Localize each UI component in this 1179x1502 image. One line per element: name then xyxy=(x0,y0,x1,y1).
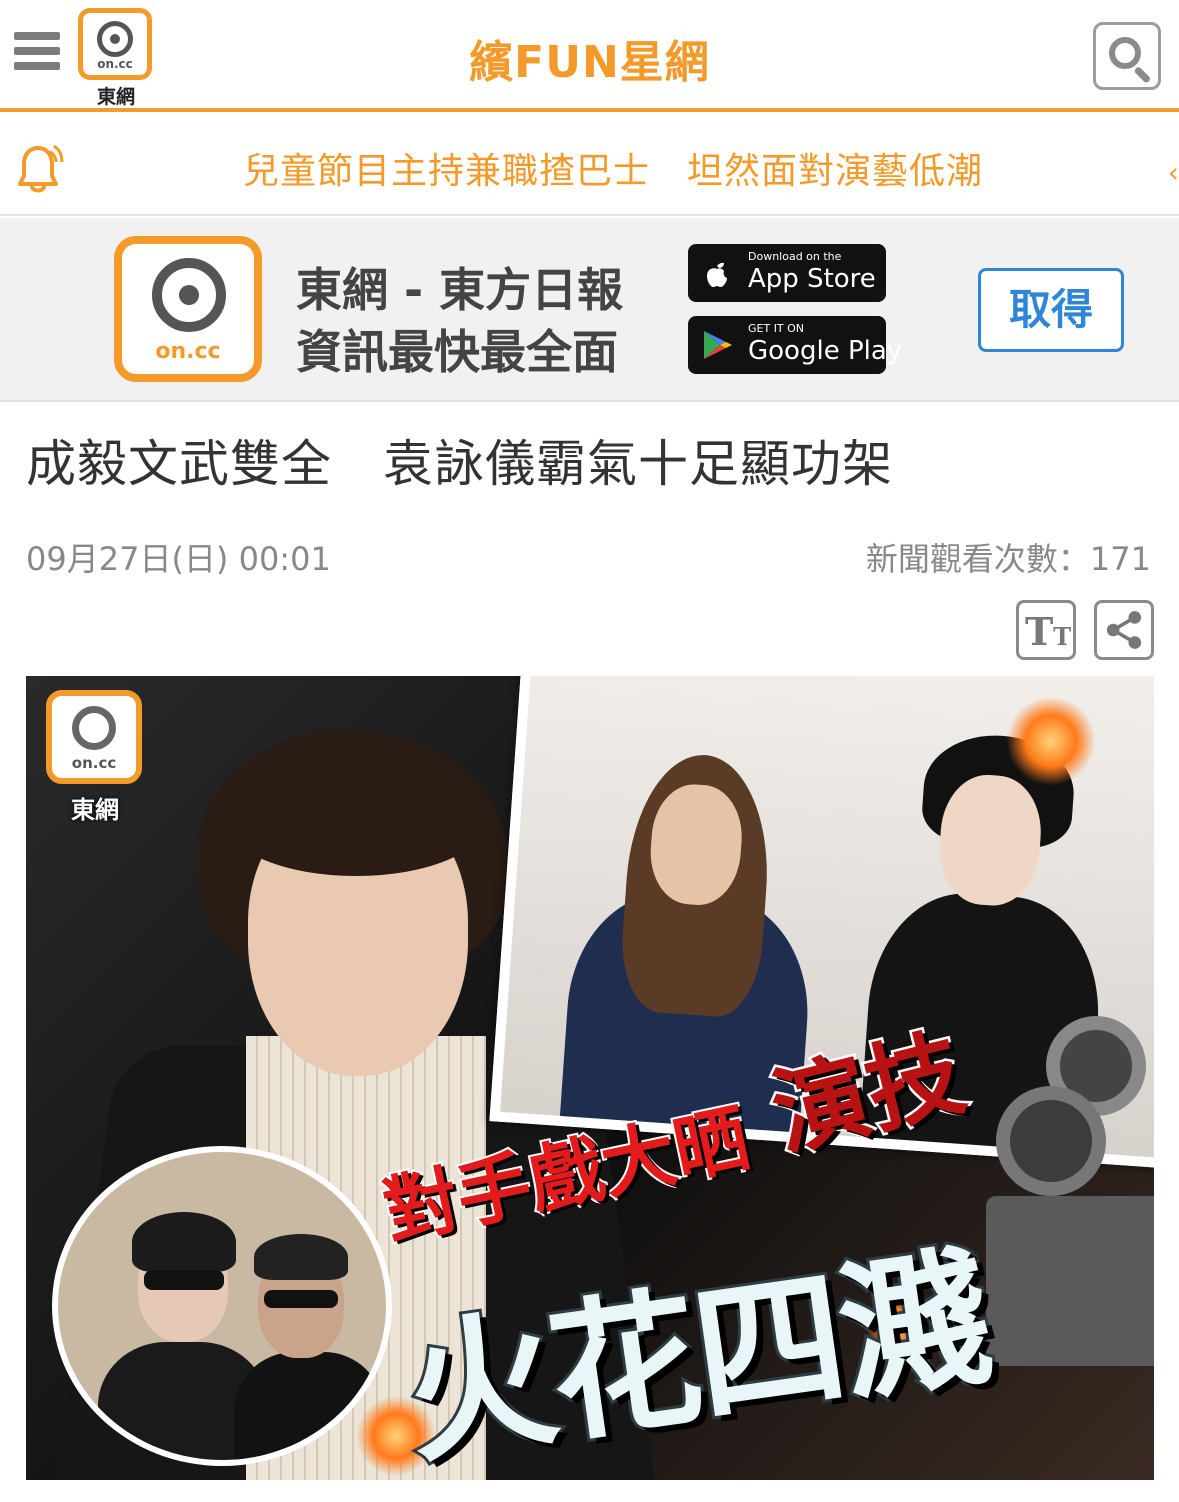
search-button[interactable] xyxy=(1093,22,1161,90)
watermark-logo-text: on.cc xyxy=(71,754,117,772)
font-size-button[interactable]: TT xyxy=(1016,600,1076,660)
view-count: 新聞觀看次數：171 xyxy=(865,540,1151,578)
share-button[interactable] xyxy=(1094,600,1154,660)
news-ticker[interactable]: 兒童節目主持兼職揸巴士 坦然面對演藝低潮 ‹ xyxy=(0,116,1179,216)
search-icon xyxy=(1109,37,1141,69)
app-logo-text: on.cc xyxy=(155,339,221,364)
bell-icon xyxy=(18,144,64,193)
app-store-button[interactable]: Download on the App Store xyxy=(688,244,886,302)
app-download-banner: on.cc 東網 - 東方日報 資訊最快最全面 Download on the … xyxy=(0,218,1179,402)
hero-watermark-logo: on.cc 東網 xyxy=(46,690,144,830)
article-date: 09月27日(日) 00:01 xyxy=(26,540,331,578)
ticker-text[interactable]: 兒童節目主持兼職揸巴士 坦然面對演藝低潮 xyxy=(243,142,983,194)
app-store-small-text: Download on the xyxy=(748,250,842,263)
film-projector-graphic xyxy=(986,996,1154,1476)
apple-icon xyxy=(707,262,727,287)
get-app-button[interactable]: 取得 xyxy=(978,268,1124,352)
app-banner-line1: 東網 - 東方日報 xyxy=(296,263,624,317)
watermark-caption: 東網 xyxy=(71,796,119,824)
font-size-icon: TT xyxy=(1025,609,1072,654)
app-banner-line2: 資訊最快最全面 xyxy=(296,325,618,379)
site-title[interactable]: 繽FUN星網 xyxy=(0,26,1179,90)
article-headline: 成毅文武雙全 袁詠儀霸氣十足顯功架 xyxy=(26,435,893,493)
top-header: on.cc 東網 繽FUN星網 xyxy=(0,0,1179,112)
hero-circle-inset-photo xyxy=(52,1146,392,1466)
google-play-small-text: GET IT ON xyxy=(748,322,805,335)
article-hero-image[interactable]: 對手戲大晒 演技 火花四濺 on.cc 東網 xyxy=(26,676,1154,1480)
app-store-big-text: App Store xyxy=(748,264,876,294)
google-play-icon xyxy=(704,331,732,359)
chevron-left-icon: ‹ xyxy=(1167,156,1179,189)
share-icon xyxy=(1106,611,1142,649)
oncc-app-icon: on.cc xyxy=(114,236,262,382)
google-play-big-text: Google Play xyxy=(748,336,903,366)
google-play-button[interactable]: GET IT ON Google Play xyxy=(688,316,902,374)
